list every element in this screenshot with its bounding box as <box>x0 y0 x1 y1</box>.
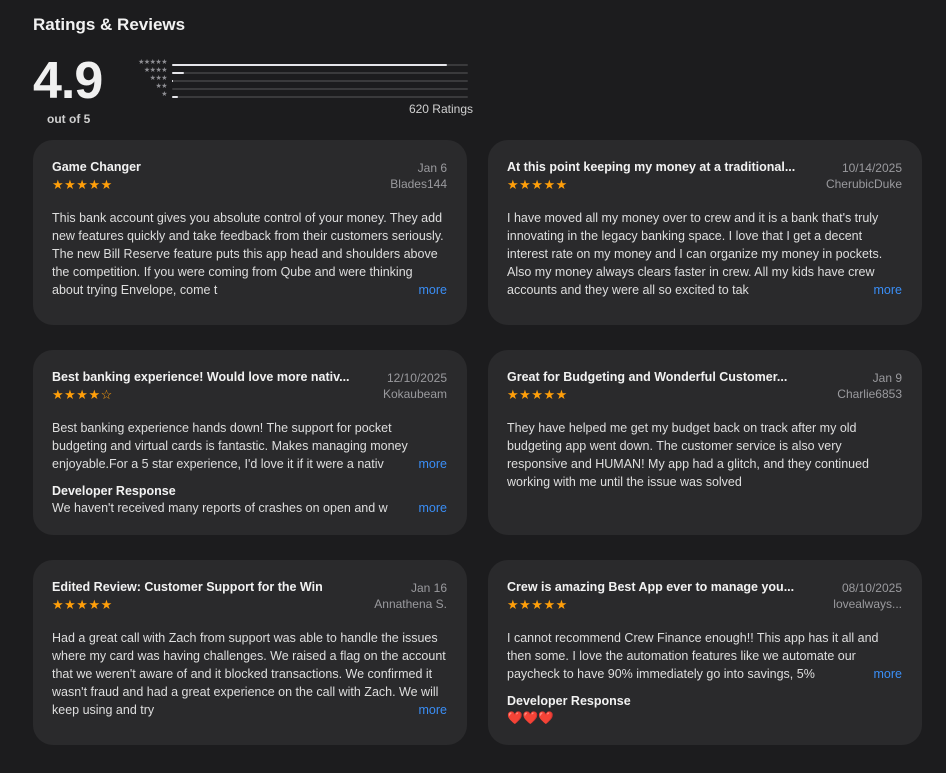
review-date: Jan 16 <box>410 581 447 595</box>
more-link[interactable]: more <box>396 455 447 473</box>
histogram-row-2: ★★ <box>125 83 468 93</box>
histogram-stars-1: ★ <box>161 91 167 98</box>
review-body: They have helped me get my budget back o… <box>507 421 870 489</box>
developer-response-label: Developer Response <box>507 694 631 708</box>
histogram-stars-2: ★★ <box>155 83 167 90</box>
review-date: 08/10/2025 <box>841 581 902 595</box>
review-card[interactable]: Edited Review: Customer Support for the … <box>33 560 467 745</box>
histogram-stars-3: ★★★ <box>149 75 168 82</box>
histogram-row-3: ★★★ <box>125 75 468 85</box>
out-of-label: out of 5 <box>47 112 91 126</box>
review-title: Game Changer <box>52 160 141 174</box>
average-score: 4.9 <box>33 52 103 110</box>
review-author: CherubicDuke <box>825 177 902 191</box>
review-date: Jan 9 <box>872 371 902 385</box>
review-author: lovealways... <box>833 597 902 611</box>
more-link[interactable]: more <box>851 665 902 683</box>
rating-summary: 4.9 out of 5 ★★★★★ ★★★★ ★★★ ★★ ★ 620 Rat… <box>33 52 473 132</box>
review-date: 10/14/2025 <box>841 161 902 175</box>
developer-response-more-link[interactable]: more <box>396 499 447 517</box>
review-card[interactable]: At this point keeping my money at a trad… <box>488 140 922 325</box>
section-title: Ratings & Reviews <box>33 15 186 34</box>
review-star-rating: ★★★★★ <box>52 177 113 192</box>
histogram-fill <box>172 80 174 82</box>
review-card[interactable]: Crew is amazing Best App ever to manage … <box>488 560 922 745</box>
review-author: Blades144 <box>390 177 447 191</box>
review-card[interactable]: Great for Budgeting and Wonderful Custom… <box>488 350 922 535</box>
histogram-row-1: ★ <box>125 91 468 101</box>
review-body: I have moved all my money over to crew a… <box>507 211 883 297</box>
ratings-count: 620 Ratings <box>408 102 473 116</box>
review-body: This bank account gives you absolute con… <box>52 211 444 297</box>
histogram-row-5: ★★★★★ <box>125 59 468 69</box>
histogram-fill <box>172 96 178 98</box>
histogram-track <box>172 96 468 98</box>
review-card[interactable]: Best banking experience! Would love more… <box>33 350 467 535</box>
review-author: Annathena S. <box>374 597 447 611</box>
review-star-rating: ★★★★☆ <box>52 387 113 402</box>
more-link[interactable]: more <box>396 701 447 719</box>
review-body: Best banking experience hands down! The … <box>52 421 408 471</box>
histogram-fill <box>172 64 448 66</box>
histogram-fill <box>172 72 184 74</box>
review-title: Crew is amazing Best App ever to manage … <box>507 580 795 594</box>
histogram-track <box>172 64 468 66</box>
review-star-rating: ★★★★★ <box>507 597 568 612</box>
review-author: Kokaubeam <box>382 387 447 401</box>
review-body: Had a great call with Zach from support … <box>52 631 446 717</box>
histogram-row-4: ★★★★ <box>125 67 468 77</box>
review-star-rating: ★★★★★ <box>52 597 113 612</box>
histogram-track <box>172 72 468 74</box>
more-link[interactable]: more <box>396 281 447 299</box>
review-star-rating: ★★★★★ <box>507 387 568 402</box>
developer-response-label: Developer Response <box>52 484 176 498</box>
histogram-stars-4: ★★★★ <box>143 67 168 74</box>
developer-response-text: ❤️❤️❤️ <box>507 711 554 725</box>
review-date: 12/10/2025 <box>386 371 447 385</box>
review-card[interactable]: Game Changer Jan 6 ★★★★★ Blades144 This … <box>33 140 467 325</box>
histogram-stars-5: ★★★★★ <box>138 59 167 66</box>
histogram-track <box>172 88 468 90</box>
rating-histogram: ★★★★★ ★★★★ ★★★ ★★ ★ <box>125 59 468 103</box>
histogram-track <box>172 80 468 82</box>
review-title: Great for Budgeting and Wonderful Custom… <box>507 370 788 384</box>
review-star-rating: ★★★★★ <box>507 177 568 192</box>
review-title: At this point keeping my money at a trad… <box>507 160 796 174</box>
developer-response-text: We haven't received many reports of cras… <box>52 501 388 515</box>
review-author: Charlie6853 <box>837 387 902 401</box>
review-title: Best banking experience! Would love more… <box>52 370 350 384</box>
review-body: I cannot recommend Crew Finance enough!!… <box>507 631 879 681</box>
more-link[interactable]: more <box>851 281 902 299</box>
review-date: Jan 6 <box>417 161 447 175</box>
review-title: Edited Review: Customer Support for the … <box>52 580 323 594</box>
